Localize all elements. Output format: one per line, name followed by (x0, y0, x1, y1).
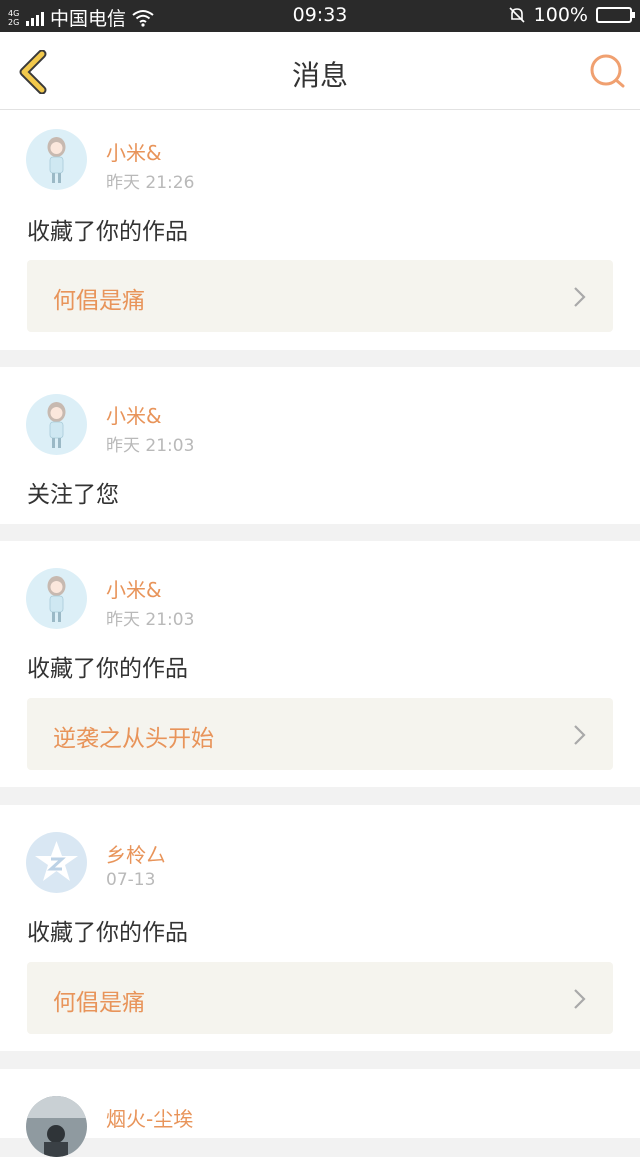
message-time: 昨天 21:26 (106, 173, 195, 193)
chevron-right-icon (574, 725, 586, 745)
work-link[interactable]: 何倡是痛 (27, 962, 613, 1034)
page-title: 消息 (291, 59, 348, 92)
mute-icon (509, 7, 525, 23)
message-card[interactable]: 小米& 昨天 21:03 收藏了你的作品 逆袭之从头开始 (0, 541, 640, 787)
avatar[interactable] (26, 568, 87, 629)
avatar-photo-icon (26, 1096, 87, 1157)
status-right: 100% (508, 4, 635, 26)
work-link[interactable]: 逆袭之从头开始 (27, 698, 613, 770)
work-title: 逆袭之从头开始 (53, 726, 214, 752)
avatar-girl-icon (26, 568, 87, 629)
user-name[interactable]: 小米& (106, 400, 162, 429)
avatar[interactable] (26, 832, 87, 893)
message-time: 昨天 21:03 (106, 610, 195, 630)
action-text: 收藏了你的作品 (27, 219, 188, 245)
battery-percent: 100% (533, 4, 588, 26)
qzone-star-icon (26, 832, 87, 893)
action-text: 收藏了你的作品 (27, 920, 188, 946)
message-card[interactable]: 小米& 昨天 21:03 关注了您 (0, 367, 640, 524)
status-bar: 4G 2G 中国电信 09:33 100% (0, 0, 640, 32)
nav-bar: 消息 (0, 32, 640, 110)
search-icon[interactable] (588, 52, 626, 90)
action-text: 收藏了你的作品 (27, 656, 188, 682)
user-name[interactable]: 小米& (106, 137, 162, 166)
work-link[interactable]: 何倡是痛 (27, 260, 613, 332)
avatar[interactable] (26, 129, 87, 190)
battery-icon (596, 7, 635, 23)
chevron-right-icon (574, 989, 586, 1009)
action-text: 关注了您 (27, 482, 119, 508)
chevron-right-icon (574, 287, 586, 307)
user-name[interactable]: 小米& (106, 574, 162, 603)
avatar-girl-icon (26, 394, 87, 455)
avatar[interactable] (26, 394, 87, 455)
avatar-girl-icon (26, 129, 87, 190)
user-name[interactable]: 烟火-尘埃 (106, 1103, 193, 1132)
user-name[interactable]: 乡柃厶 (106, 839, 166, 868)
message-card[interactable]: 烟火-尘埃 (0, 1069, 640, 1157)
work-title: 何倡是痛 (53, 288, 145, 314)
avatar[interactable] (26, 1096, 87, 1157)
work-title: 何倡是痛 (53, 990, 145, 1016)
message-time: 昨天 21:03 (106, 436, 195, 456)
message-card[interactable]: 乡柃厶 07-13 收藏了你的作品 何倡是痛 (0, 805, 640, 1051)
message-card[interactable]: 小米& 昨天 21:26 收藏了你的作品 何倡是痛 (0, 110, 640, 350)
message-time: 07-13 (106, 870, 156, 890)
